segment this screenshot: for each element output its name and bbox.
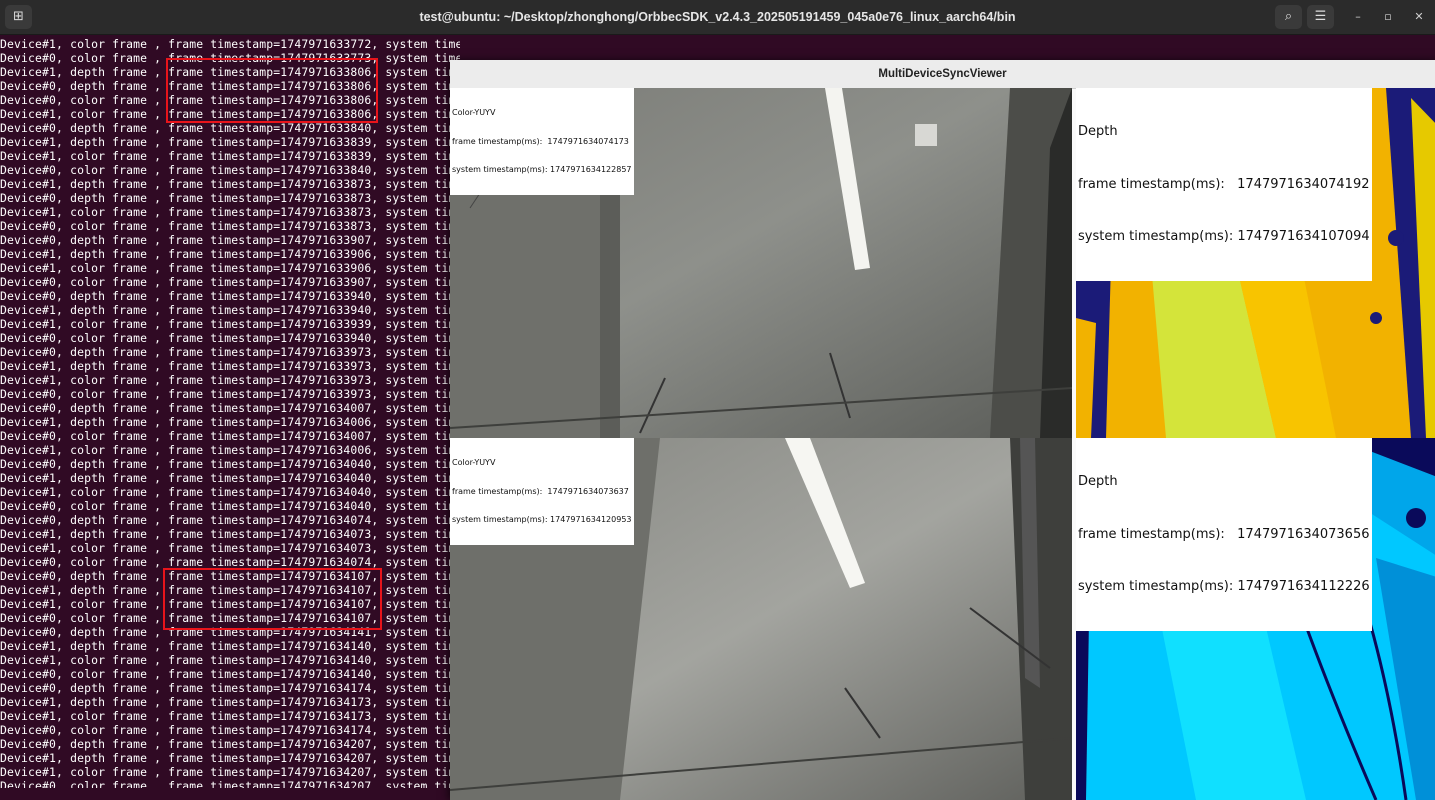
terminal-line: Device#1, color frame , frame timestamp=… bbox=[0, 541, 456, 555]
depth-info-overlay: Depth frame timestamp(ms): 1747971634074… bbox=[1076, 88, 1372, 281]
terminal-line: Device#0, color frame , frame timestamp=… bbox=[0, 387, 456, 401]
hamburger-menu-icon[interactable]: ☰ bbox=[1307, 5, 1334, 29]
terminal-line: Device#1, color frame , frame timestamp=… bbox=[0, 373, 456, 387]
terminal-line: Device#0, color frame , frame timestamp=… bbox=[0, 275, 456, 289]
terminal-line: Device#1, color frame , frame timestamp=… bbox=[0, 709, 456, 723]
stream-label: Color-YUYV bbox=[452, 458, 496, 467]
terminal-line: Device#1, color frame , frame timestamp=… bbox=[0, 443, 456, 457]
terminal-line: Device#0, depth frame , frame timestamp=… bbox=[0, 191, 456, 205]
terminal-line: Device#1, color frame , frame timestamp=… bbox=[0, 205, 456, 219]
terminal-line: Device#1, depth frame , frame timestamp=… bbox=[0, 177, 456, 191]
highlight-box-second-group bbox=[163, 568, 382, 630]
terminal-line: Device#0, color frame , frame timestamp=… bbox=[0, 499, 456, 513]
system-timestamp: system timestamp(ms): 1747971634112226 bbox=[1078, 579, 1370, 594]
terminal-line: Device#0, color frame , frame timestamp=… bbox=[0, 219, 456, 233]
highlight-box-first-group bbox=[166, 58, 378, 123]
color-panel-device-1: Color-YUYV frame timestamp(ms): 17479716… bbox=[450, 438, 1072, 800]
terminal-line: Device#1, color frame , frame timestamp=… bbox=[0, 485, 456, 499]
terminal-line: Device#0, color frame , frame timestamp=… bbox=[0, 555, 456, 569]
terminal-line: Device#0, depth frame , frame timestamp=… bbox=[0, 457, 456, 471]
terminal-line: Device#0, depth frame , frame timestamp=… bbox=[0, 121, 456, 135]
system-timestamp: system timestamp(ms): 1747971634122857 bbox=[452, 165, 632, 174]
minimize-icon[interactable]: – bbox=[1350, 9, 1366, 25]
terminal-titlebar: ⊞ test@ubuntu: ~/Desktop/zhonghong/Orbbe… bbox=[0, 0, 1435, 35]
stream-label: Depth bbox=[1078, 124, 1118, 139]
depth-info-overlay: Depth frame timestamp(ms): 1747971634073… bbox=[1076, 438, 1372, 631]
terminal-line: Device#1, color frame , frame timestamp=… bbox=[0, 261, 456, 275]
terminal-window-title: test@ubuntu: ~/Desktop/zhonghong/OrbbecS… bbox=[419, 10, 1016, 24]
terminal-line: Device#1, depth frame , frame timestamp=… bbox=[0, 639, 456, 653]
terminal-line: Device#1, depth frame , frame timestamp=… bbox=[0, 751, 456, 765]
color-panel-device-0: Color-YUYV frame timestamp(ms): 17479716… bbox=[450, 88, 1072, 438]
frame-timestamp: frame timestamp(ms): 1747971634074173 bbox=[452, 136, 629, 146]
terminal-line: Device#0, depth frame , frame timestamp=… bbox=[0, 401, 456, 415]
terminal-line: Device#1, depth frame , frame timestamp=… bbox=[0, 695, 456, 709]
multi-device-sync-viewer-window[interactable]: MultiDeviceSyncViewer Color-YUYV frame t… bbox=[450, 60, 1435, 800]
terminal-line: Device#0, depth frame , frame timestamp=… bbox=[0, 233, 456, 247]
frame-timestamp: frame timestamp(ms): 1747971634073656 bbox=[1078, 526, 1370, 542]
close-icon[interactable]: ✕ bbox=[1411, 9, 1427, 25]
terminal-line: Device#1, depth frame , frame timestamp=… bbox=[0, 303, 456, 317]
frame-timestamp: frame timestamp(ms): 1747971634073637 bbox=[452, 486, 629, 496]
terminal-line: Device#1, depth frame , frame timestamp=… bbox=[0, 471, 456, 485]
terminal-line: Device#1, color frame , frame timestamp=… bbox=[0, 149, 456, 163]
terminal-line: Device#0, depth frame , frame timestamp=… bbox=[0, 681, 456, 695]
terminal-line: Device#1, depth frame , frame timestamp=… bbox=[0, 415, 456, 429]
viewer-titlebar: MultiDeviceSyncViewer bbox=[450, 60, 1435, 89]
terminal-line: Device#0, depth frame , frame timestamp=… bbox=[0, 289, 456, 303]
terminal-line: Device#0, color frame , frame timestamp=… bbox=[0, 723, 456, 737]
terminal-line: Device#1, depth frame , frame timestamp=… bbox=[0, 527, 456, 541]
terminal-line: Device#1, color frame , frame timestamp=… bbox=[0, 37, 460, 51]
terminal-line: Device#1, color frame , frame timestamp=… bbox=[0, 653, 456, 667]
system-timestamp: system timestamp(ms): 1747971634107094 bbox=[1078, 229, 1370, 244]
depth-panel-device-0: Depth frame timestamp(ms): 1747971634074… bbox=[1076, 88, 1435, 438]
terminal-line: Device#0, color frame , frame timestamp=… bbox=[0, 667, 456, 681]
depth-panel-device-1: Depth frame timestamp(ms): 1747971634073… bbox=[1076, 438, 1435, 800]
terminal-line: Device#1, depth frame , frame timestamp=… bbox=[0, 247, 456, 261]
terminal-output[interactable]: Device#1, color frame , frame timestamp=… bbox=[0, 37, 460, 788]
stream-label: Depth bbox=[1078, 474, 1118, 489]
terminal-line: Device#0, depth frame , frame timestamp=… bbox=[0, 737, 456, 751]
terminal-line: Device#1, color frame , frame timestamp=… bbox=[0, 317, 456, 331]
maximize-icon[interactable]: ▫ bbox=[1380, 9, 1396, 25]
stream-label: Color-YUYV bbox=[452, 108, 496, 117]
terminal-line: Device#0, color frame , frame timestamp=… bbox=[0, 163, 456, 177]
color-info-overlay: Color-YUYV frame timestamp(ms): 17479716… bbox=[450, 88, 634, 195]
system-timestamp: system timestamp(ms): 1747971634120953 bbox=[452, 515, 632, 524]
terminal-line: Device#0, depth frame , frame timestamp=… bbox=[0, 513, 456, 527]
terminal-line: Device#0, color frame , frame timestamp=… bbox=[0, 331, 456, 345]
terminal-line: Device#0, depth frame , frame timestamp=… bbox=[0, 345, 456, 359]
color-info-overlay: Color-YUYV frame timestamp(ms): 17479716… bbox=[450, 438, 634, 545]
viewer-title: MultiDeviceSyncViewer bbox=[878, 68, 1007, 80]
terminal-line: Device#1, color frame , frame timestamp=… bbox=[0, 765, 456, 779]
terminal-line: Device#1, depth frame , frame timestamp=… bbox=[0, 135, 456, 149]
frame-timestamp: frame timestamp(ms): 1747971634074192 bbox=[1078, 176, 1370, 192]
terminal-line: Device#1, depth frame , frame timestamp=… bbox=[0, 359, 456, 373]
terminal-line: Device#0, color frame , frame timestamp=… bbox=[0, 429, 456, 443]
search-icon[interactable]: ⌕ bbox=[1275, 5, 1302, 29]
terminal-line: Device#0, color frame , frame timestamp=… bbox=[0, 779, 456, 788]
